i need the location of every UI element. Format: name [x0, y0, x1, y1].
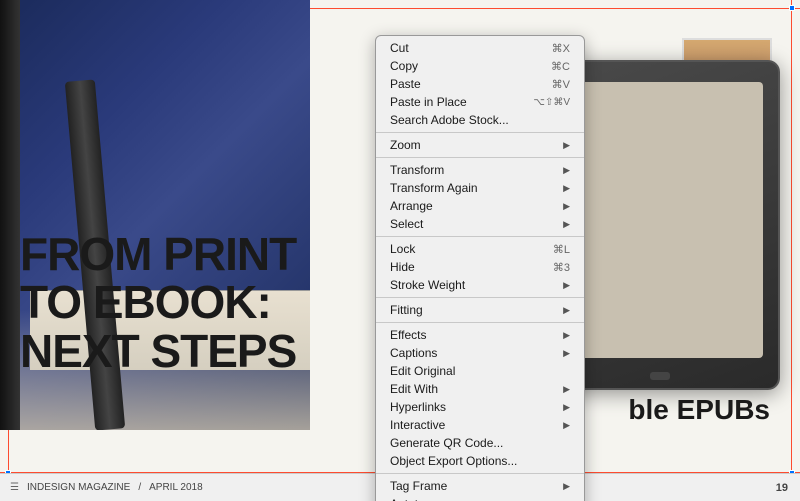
menu-item-fitting[interactable]: Fitting ▶	[376, 301, 584, 319]
menu-item-edit-original[interactable]: Edit Original	[376, 362, 584, 380]
menu-item-generate-qr[interactable]: Generate QR Code...	[376, 434, 584, 452]
menu-icon: ☰	[10, 482, 19, 493]
guide-right	[791, 0, 792, 501]
menu-section-effects: Effects ▶ Captions ▶ Edit Original Edit …	[376, 323, 584, 474]
book-spine	[0, 0, 20, 430]
menu-section-tag: Tag Frame ▶ Autotag	[376, 474, 584, 501]
menu-item-object-export[interactable]: Object Export Options...	[376, 452, 584, 470]
issue-date: APRIL 2018	[149, 482, 203, 493]
menu-item-cut[interactable]: Cut ⌘X	[376, 39, 584, 57]
ereader-button	[650, 372, 670, 380]
menu-item-hide[interactable]: Hide ⌘3	[376, 258, 584, 276]
menu-item-paste-in-place[interactable]: Paste in Place ⌥⇧⌘V	[376, 93, 584, 111]
menu-item-stroke-weight[interactable]: Stroke Weight ▶	[376, 276, 584, 294]
menu-section-clipboard: Cut ⌘X Copy ⌘C Paste ⌘V Paste in Place ⌥…	[376, 36, 584, 133]
menu-section-lock: Lock ⌘L Hide ⌘3 Stroke Weight ▶	[376, 237, 584, 298]
page-number: 19	[776, 482, 788, 494]
menu-item-arrange[interactable]: Arrange ▶	[376, 197, 584, 215]
menu-item-transform[interactable]: Transform ▶	[376, 161, 584, 179]
menu-section-zoom: Zoom ▶	[376, 133, 584, 158]
menu-item-paste[interactable]: Paste ⌘V	[376, 75, 584, 93]
menu-item-zoom[interactable]: Zoom ▶	[376, 136, 584, 154]
menu-item-interactive[interactable]: Interactive ▶	[376, 416, 584, 434]
article-heading: FROM PRINT TO EBOOK: NEXT STEPS	[20, 230, 340, 375]
menu-item-edit-with[interactable]: Edit With ▶	[376, 380, 584, 398]
ereader-screen	[557, 82, 763, 358]
menu-item-transform-again[interactable]: Transform Again ▶	[376, 179, 584, 197]
separator: /	[138, 482, 141, 493]
menu-section-fitting: Fitting ▶	[376, 298, 584, 323]
menu-item-select[interactable]: Select ▶	[376, 215, 584, 233]
context-menu[interactable]: Cut ⌘X Copy ⌘C Paste ⌘V Paste in Place ⌥…	[375, 35, 585, 501]
epub-text: ble EPUBs	[628, 394, 770, 426]
menu-item-effects[interactable]: Effects ▶	[376, 326, 584, 344]
menu-section-transform: Transform ▶ Transform Again ▶ Arrange ▶ …	[376, 158, 584, 237]
menu-item-lock[interactable]: Lock ⌘L	[376, 240, 584, 258]
menu-item-autotag[interactable]: Autotag	[376, 495, 584, 501]
magazine-page: FROM PRINT TO EBOOK: NEXT STEPS BY Laura…	[0, 0, 800, 501]
menu-item-copy[interactable]: Copy ⌘C	[376, 57, 584, 75]
menu-item-hyperlinks[interactable]: Hyperlinks ▶	[376, 398, 584, 416]
magazine-name: INDESIGN MAGAZINE	[27, 482, 130, 493]
selection-handle-tr	[789, 5, 795, 11]
heading-text: FROM PRINT TO EBOOK: NEXT STEPS	[20, 230, 340, 375]
menu-item-search-stock[interactable]: Search Adobe Stock...	[376, 111, 584, 129]
menu-item-tag-frame[interactable]: Tag Frame ▶	[376, 477, 584, 495]
menu-item-captions[interactable]: Captions ▶	[376, 344, 584, 362]
